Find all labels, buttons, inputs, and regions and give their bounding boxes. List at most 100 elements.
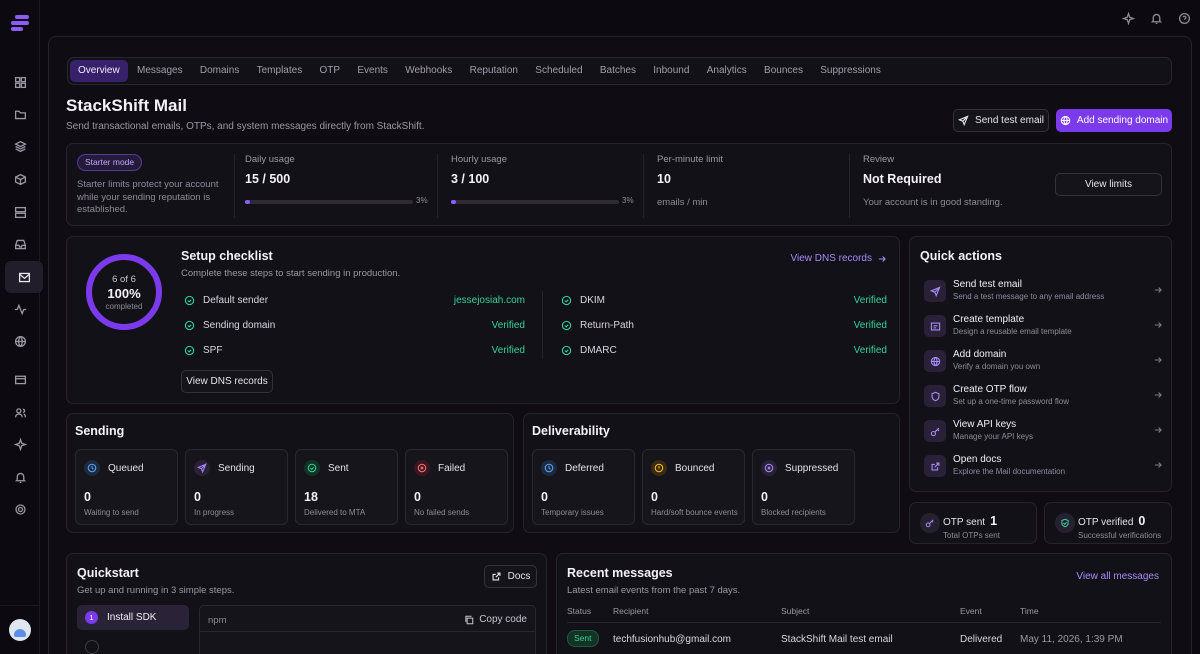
users-icon[interactable] [7,399,33,425]
sending-title: Sending [75,424,125,438]
daily-usage-label: Daily usage [245,154,295,165]
subject-cell[interactable]: StackShift Mail test email [781,634,893,645]
progress-count: 6 of 6 [112,273,136,285]
checklist-item-value: Verified [853,319,887,331]
checklist-item-spf: SPF Verified [184,343,525,357]
tab-batches[interactable]: Batches [592,60,644,82]
check-circle-icon [184,295,195,305]
send-icon [194,460,210,476]
tab-scheduled[interactable]: Scheduled [527,60,590,82]
stat-bounced: Bounced 0 Hard/soft bounce events [642,449,745,525]
quick-action-open-docs[interactable]: Open docs Explore the Mail documentation [920,453,1163,481]
checklist-item-name: Return-Path [580,319,634,331]
send-test-email-button[interactable]: Send test email [953,109,1049,132]
code-snippet: npm Copy code [199,605,536,654]
stat-sub: In progress [194,508,235,517]
check-circle-icon [184,320,195,330]
folder-icon[interactable] [7,101,33,127]
starter-mode-badge: Starter mode [77,154,143,171]
checklist-item-return-path: Return-Path Verified [561,318,887,332]
header-status: Status [567,606,592,616]
quick-action-add-domain[interactable]: Add domain Verify a domain you own [920,348,1163,376]
inbox-icon[interactable] [7,231,33,257]
tab-events[interactable]: Events [349,60,396,82]
deliverability-title: Deliverability [532,424,610,438]
help-icon[interactable] [1176,10,1192,26]
header-time: Time [1020,606,1039,616]
stat-sub: No failed sends [414,508,470,517]
copy-code-button[interactable]: Copy code [464,614,527,625]
template-icon [924,315,946,337]
quick-action-view-api-keys[interactable]: View API keys Manage your API keys [920,418,1163,446]
globe-icon[interactable] [7,328,33,354]
stat-sub: Hard/soft bounce events [651,508,738,517]
quick-action-create-template[interactable]: Create template Design a reusable email t… [920,313,1163,341]
view-dns-records-link[interactable]: View DNS records [790,253,887,264]
otp-verified-value: 0 [1138,514,1146,528]
view-dns-link-label: View DNS records [790,253,872,264]
sparkles-icon[interactable] [7,431,33,457]
usage-card: Starter mode Starter limits protect your… [66,143,1172,226]
time-cell: May 11, 2026, 1:39 PM [1020,634,1123,645]
alert-circle-icon [651,460,667,476]
recipient-cell[interactable]: techfusionhub@gmail.com [613,634,731,645]
stat-failed: Failed 0 No failed sends [405,449,508,525]
arrow-right-icon [878,255,886,262]
grid-icon[interactable] [7,69,33,95]
settings-icon[interactable] [7,496,33,522]
tab-bounces[interactable]: Bounces [756,60,811,82]
add-sending-domain-button[interactable]: Add sending domain [1056,109,1172,132]
cube-icon[interactable] [7,166,33,192]
avatar[interactable] [9,619,31,641]
header-subject: Subject [781,606,810,616]
layers-icon[interactable] [7,133,33,159]
tab-templates[interactable]: Templates [249,60,311,82]
view-limits-button[interactable]: View limits [1055,173,1162,196]
check-circle-icon [561,295,572,305]
x-circle-icon [761,460,777,476]
app-logo[interactable] [11,15,29,32]
view-dns-records-button[interactable]: View DNS records [181,370,273,393]
stat-sending: Sending 0 In progress [185,449,288,525]
tab-otp[interactable]: OTP [312,60,349,82]
next-step-marker[interactable] [85,640,99,654]
check-circle-icon [304,460,320,476]
check-circle-icon [561,345,572,355]
checklist-item-name: Default sender [203,294,269,306]
progress-ring-text: 6 of 6 100% completed [84,252,164,332]
view-dns-button-label: View DNS records [186,376,268,387]
arrow-right-icon [1153,389,1163,399]
stat-queued: Queued 0 Waiting to send [75,449,178,525]
server-icon[interactable] [7,199,33,225]
tab-webhooks[interactable]: Webhooks [397,60,460,82]
quick-action-create-otp-flow[interactable]: Create OTP flow Set up a one-time passwor… [920,383,1163,411]
otp-sent-sub: Total OTPs sent [943,531,1000,540]
tab-inbound[interactable]: Inbound [645,60,697,82]
tab-analytics[interactable]: Analytics [699,60,755,82]
stat-sub: Temporary issues [541,508,604,517]
view-all-messages-link[interactable]: View all messages [1076,571,1159,582]
tab-messages[interactable]: Messages [129,60,191,82]
tab-bar: Overview Messages Domains Templates OTP Event… [67,57,1172,85]
tab-suppressions[interactable]: Suppressions [812,60,889,82]
tab-domains[interactable]: Domains [192,60,247,82]
quickstart-subtitle: Get up and running in 3 simple steps. [77,585,235,596]
stat-sent: Sent 18 Delivered to MTA [295,449,398,525]
checklist-title: Setup checklist [181,249,273,263]
step-install-sdk[interactable]: 1 Install SDK [77,605,189,630]
sparkles-icon[interactable] [1120,10,1136,26]
mail-icon[interactable] [5,261,43,293]
daily-usage: Daily usage 15 / 500 3% [234,154,434,218]
bell-icon[interactable] [1148,10,1164,26]
header-recipient: Recipient [613,606,649,616]
tab-overview[interactable]: Overview [70,60,128,82]
activity-icon[interactable] [7,296,33,322]
left-rail [0,0,43,654]
quick-action-send-test-email[interactable]: Send test email Send a test message to an… [920,278,1163,306]
stat-label: Failed [438,463,466,474]
tab-reputation[interactable]: Reputation [462,60,526,82]
bell-icon[interactable] [7,464,33,490]
docs-button[interactable]: Docs [484,565,537,588]
credit-card-icon[interactable] [7,366,33,392]
checklist-item-dkim: DKIM Verified [561,293,887,307]
